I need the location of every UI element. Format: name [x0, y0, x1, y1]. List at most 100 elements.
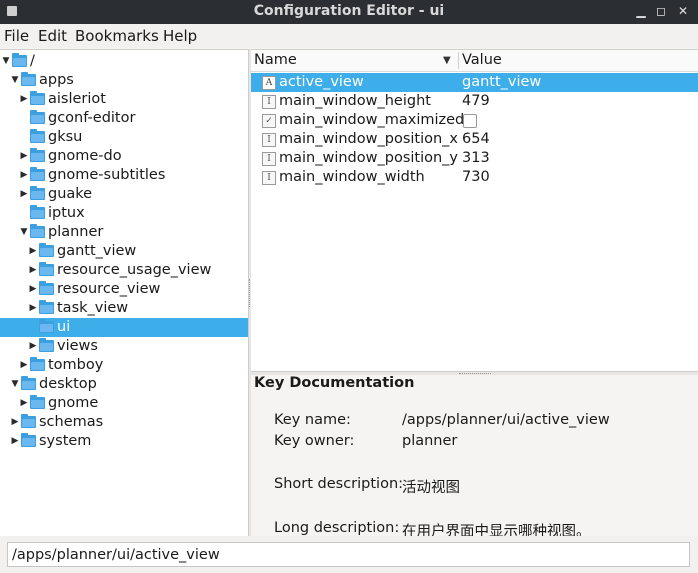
key-list-header: Name ▼ Value	[251, 50, 698, 72]
tree-item-iptux[interactable]: iptux	[0, 204, 248, 223]
integer-type-icon: I	[262, 133, 276, 147]
key-name: main_window_maximized	[279, 112, 465, 128]
menu-edit[interactable]: Edit	[38, 27, 67, 45]
string-type-icon: A	[262, 76, 276, 90]
tree-item-gnome[interactable]: ▶ gnome	[0, 394, 248, 413]
tree-item-ui[interactable]: ui	[0, 318, 248, 337]
tree-item-label: task_view	[57, 300, 129, 316]
tree-item-label: gconf-editor	[48, 110, 136, 126]
key-name: main_window_width	[279, 169, 425, 185]
short-description-value: 活动视图	[402, 480, 460, 496]
tree-item-planner[interactable]: ▼ planner	[0, 223, 248, 242]
expander-expanded-icon[interactable]: ▼	[1, 52, 11, 71]
maximize-icon[interactable]: ◻	[652, 2, 670, 20]
key-row-main-window-position-y[interactable]: Imain_window_position_y 313	[251, 149, 698, 168]
key-row-main-window-height[interactable]: Imain_window_height 479	[251, 92, 698, 111]
folder-icon	[39, 243, 54, 257]
expander-collapsed-icon[interactable]: ▶	[28, 337, 38, 356]
expander-collapsed-icon[interactable]: ▶	[19, 394, 29, 413]
tree-item-resource-view[interactable]: ▶ resource_view	[0, 280, 248, 299]
key-value[interactable]: 654	[462, 130, 490, 149]
folder-icon	[30, 395, 45, 409]
tree-item-apps[interactable]: ▼ apps	[0, 71, 248, 90]
tree-item-gnome-do[interactable]: ▶ gnome-do	[0, 147, 248, 166]
tree-item-tomboy[interactable]: ▶ tomboy	[0, 356, 248, 375]
key-name-value: /apps/planner/ui/active_view	[402, 412, 610, 428]
expander-expanded-icon[interactable]: ▼	[10, 71, 20, 90]
window-title: Configuration Editor - ui	[253, 3, 445, 19]
key-value[interactable]: 730	[462, 168, 490, 187]
tree-item-gnome-subtitles[interactable]: ▶ gnome-subtitles	[0, 166, 248, 185]
key-owner-label: Key owner:	[274, 433, 355, 449]
column-header-name[interactable]: Name	[254, 52, 297, 68]
column-header-value[interactable]: Value	[462, 52, 502, 68]
key-name: main_window_position_y	[279, 150, 459, 166]
folder-icon	[39, 262, 54, 276]
key-value[interactable]: 479	[462, 92, 490, 111]
tree-item-schemas[interactable]: ▶ schemas	[0, 413, 248, 432]
tree-item-label: gnome-do	[48, 148, 122, 164]
directory-tree[interactable]: ▼ / ▼ apps ▶ aisleriot gconf-editor gksu ▶ gnome-…	[0, 49, 248, 536]
doc-title: Key Documentation	[254, 375, 415, 391]
expander-expanded-icon[interactable]: ▼	[10, 375, 20, 394]
integer-type-icon: I	[262, 171, 276, 185]
folder-icon	[30, 224, 45, 238]
expander-collapsed-icon[interactable]: ▶	[28, 280, 38, 299]
tree-item-label: iptux	[48, 205, 85, 221]
tree-item-label: ui	[57, 319, 71, 335]
tree-item-gconf-editor[interactable]: gconf-editor	[0, 109, 248, 128]
path-input[interactable]	[7, 542, 690, 567]
tree-item-resource-usage-view[interactable]: ▶ resource_usage_view	[0, 261, 248, 280]
expander-collapsed-icon[interactable]: ▶	[19, 147, 29, 166]
close-icon[interactable]: ✕	[674, 2, 692, 20]
tree-item-system[interactable]: ▶ system	[0, 432, 248, 451]
folder-icon	[30, 148, 45, 162]
splitter-grip	[459, 373, 491, 374]
key-list[interactable]: Name ▼ Value Aactive_view gantt_view Imain…	[251, 49, 698, 371]
folder-icon	[12, 53, 27, 67]
tree-item-gksu[interactable]: gksu	[0, 128, 248, 147]
expander-collapsed-icon[interactable]: ▶	[28, 242, 38, 261]
expander-collapsed-icon[interactable]: ▶	[10, 432, 20, 451]
menu-file[interactable]: File	[4, 27, 29, 45]
key-name: active_view	[279, 74, 364, 90]
tree-item-label: resource_view	[57, 281, 161, 297]
column-separator[interactable]	[458, 52, 459, 69]
minimize-icon[interactable]: ▁	[632, 2, 650, 20]
folder-icon	[21, 433, 36, 447]
tree-item-desktop[interactable]: ▼ desktop	[0, 375, 248, 394]
folder-icon	[30, 357, 45, 371]
short-description-label: Short description:	[274, 476, 404, 492]
tree-item-gantt-view[interactable]: ▶ gantt_view	[0, 242, 248, 261]
menu-help[interactable]: Help	[163, 27, 197, 45]
boolean-type-icon: ✓	[262, 114, 276, 128]
tree-item-views[interactable]: ▶ views	[0, 337, 248, 356]
key-value-checkbox[interactable]	[463, 114, 477, 128]
key-row-main-window-position-x[interactable]: Imain_window_position_x 654	[251, 130, 698, 149]
menu-bookmarks[interactable]: Bookmarks	[75, 27, 159, 45]
tree-item-guake[interactable]: ▶ guake	[0, 185, 248, 204]
key-value[interactable]: 313	[462, 149, 490, 168]
key-row-active-view[interactable]: Aactive_view gantt_view	[251, 73, 698, 92]
expander-collapsed-icon[interactable]: ▶	[19, 90, 29, 109]
expander-collapsed-icon[interactable]: ▶	[19, 356, 29, 375]
tree-item-root[interactable]: ▼ /	[0, 52, 248, 71]
key-row-main-window-width[interactable]: Imain_window_width 730	[251, 168, 698, 187]
expander-collapsed-icon[interactable]: ▶	[28, 261, 38, 280]
tree-item-label: planner	[48, 224, 104, 240]
expander-collapsed-icon[interactable]: ▶	[19, 185, 29, 204]
folder-icon	[21, 72, 36, 86]
expander-expanded-icon[interactable]: ▼	[19, 223, 29, 242]
folder-icon	[30, 129, 45, 143]
tree-item-label: apps	[39, 72, 74, 88]
key-value[interactable]: gantt_view	[462, 73, 541, 92]
expander-collapsed-icon[interactable]: ▶	[10, 413, 20, 432]
folder-icon	[21, 414, 36, 428]
tree-item-task-view[interactable]: ▶ task_view	[0, 299, 248, 318]
expander-collapsed-icon[interactable]: ▶	[19, 166, 29, 185]
expander-collapsed-icon[interactable]: ▶	[28, 299, 38, 318]
integer-type-icon: I	[262, 95, 276, 109]
tree-item-aisleriot[interactable]: ▶ aisleriot	[0, 90, 248, 109]
key-documentation: Key Documentation Key name: /apps/planne…	[251, 375, 698, 536]
key-row-main-window-maximized[interactable]: ✓ main_window_maximized	[251, 111, 698, 130]
